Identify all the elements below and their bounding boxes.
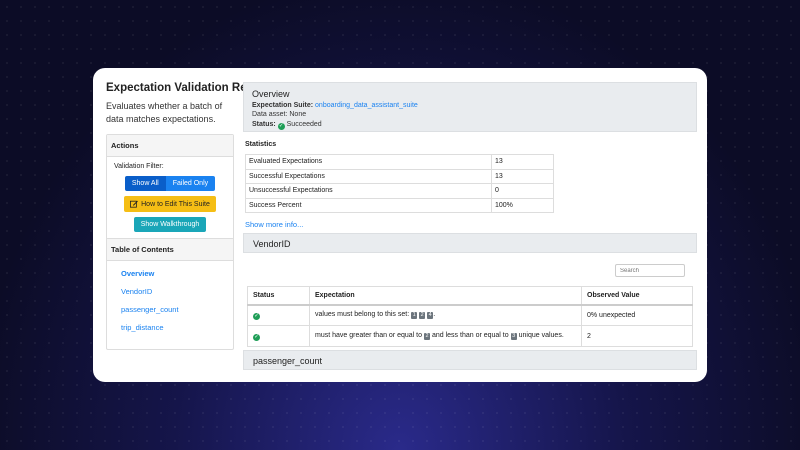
validation-filter-label: Validation Filter: — [114, 163, 164, 170]
value-badge: 2 — [419, 312, 426, 320]
edit-suite-button[interactable]: How to Edit This Suite — [124, 196, 216, 212]
expectation-cell: must have greater than or equal to 2 and… — [309, 325, 582, 347]
column-header-expectation[interactable]: Expectation — [309, 286, 582, 306]
report-header: Expectation Validation Result Evaluates … — [106, 82, 268, 126]
status-cell: ✓ — [247, 325, 310, 347]
toc-item-overview[interactable]: Overview — [121, 269, 233, 278]
show-walkthrough-button[interactable]: Show Walkthrough — [133, 217, 207, 232]
table-header-row: Status Expectation Observed Value — [247, 286, 693, 306]
value-badge: 1 — [411, 312, 418, 320]
show-more-info-link[interactable]: Show more info... — [245, 220, 697, 229]
edit-icon — [130, 200, 138, 208]
expectations-table: Status Expectation Observed Value ✓ valu… — [247, 286, 693, 347]
stat-value: 0 — [491, 183, 554, 199]
stat-label: Successful Expectations — [245, 168, 492, 184]
observed-value-cell: 0% unexpected — [581, 304, 693, 326]
table-row: Unsuccessful Expectations 0 — [245, 183, 554, 199]
report-card: Expectation Validation Result Evaluates … — [93, 68, 707, 382]
statistics-title: Statistics — [245, 141, 277, 148]
check-circle-icon: ✓ — [277, 122, 285, 130]
page-title: Expectation Validation Result — [106, 82, 268, 94]
check-circle-icon: ✓ — [253, 312, 260, 320]
suite-line: Expectation Suite: onboarding_data_assis… — [252, 102, 688, 109]
stat-label: Evaluated Expectations — [245, 154, 492, 170]
vendorid-section-header: VendorID — [243, 233, 697, 253]
expectation-text: and less than or equal to — [431, 332, 509, 339]
asset-value: None — [289, 111, 307, 118]
table-row: ✓ must have greater than or equal to 2 a… — [247, 325, 693, 347]
table-of-contents: Table of Contents Overview VendorID pass… — [106, 238, 234, 350]
stat-value: 100% — [491, 197, 554, 213]
column-header-status[interactable]: Status — [247, 286, 310, 306]
toc-item-vendorid[interactable]: VendorID — [121, 287, 233, 296]
expectation-text: unique values. — [518, 332, 564, 339]
table-row: Successful Expectations 13 — [245, 168, 554, 184]
asset-line: Data asset: None — [252, 111, 688, 118]
observed-value-cell: 2 — [581, 325, 693, 347]
edit-suite-label: How to Edit This Suite — [141, 200, 210, 208]
stat-label: Success Percent — [245, 197, 492, 213]
column-header-observed-value[interactable]: Observed Value — [581, 286, 693, 306]
table-row: Evaluated Expectations 13 — [245, 154, 554, 170]
expectation-text: must have greater than or equal to — [315, 332, 423, 339]
actions-heading: Actions — [107, 135, 233, 157]
table-row: Success Percent 100% — [245, 197, 554, 213]
search-input[interactable] — [615, 264, 685, 277]
expectation-cell: values must belong to this set: 1 2 4. — [309, 304, 582, 326]
overview-title: Overview — [252, 89, 290, 99]
expectation-text-end: . — [433, 311, 436, 319]
expectation-text: values must belong to this set: — [315, 311, 410, 319]
value-badge: 2 — [423, 333, 431, 340]
status-cell: ✓ — [247, 304, 310, 326]
stat-value: 13 — [491, 154, 554, 170]
passenger-count-section-header: passenger_count — [243, 350, 697, 370]
stat-value: 13 — [491, 168, 554, 184]
filter-button-group: Show All Failed Only — [111, 176, 229, 191]
check-circle-icon: ✓ — [253, 333, 260, 341]
actions-panel: Actions Validation Filter: Show All Fail… — [106, 134, 234, 241]
suite-link[interactable]: onboarding_data_assistant_suite — [315, 102, 418, 109]
status-value: Succeeded — [286, 120, 322, 128]
status-line: Status: ✓ Succeeded — [252, 121, 688, 130]
page-subtitle: Evaluates whether a batch of data matche… — [106, 101, 223, 125]
table-row: ✓ values must belong to this set: 1 2 4.… — [247, 304, 693, 326]
suite-label: Expectation Suite: — [252, 101, 314, 109]
value-badge: 3 — [510, 333, 517, 340]
main-content: Overview Expectation Suite: onboarding_d… — [243, 82, 697, 370]
statistics-table: Evaluated Expectations 13 Successful Expe… — [245, 154, 554, 213]
toc-heading: Table of Contents — [107, 239, 233, 261]
toc-item-passenger-count[interactable]: passenger_count — [121, 305, 233, 314]
failed-only-button[interactable]: Failed Only — [165, 176, 216, 191]
status-label: Status: — [252, 120, 276, 128]
toc-item-trip-distance[interactable]: trip_distance — [121, 323, 233, 332]
show-all-button[interactable]: Show All — [124, 176, 166, 191]
stat-label: Unsuccessful Expectations — [245, 183, 492, 199]
overview-section: Overview Expectation Suite: onboarding_d… — [243, 82, 697, 132]
asset-label: Data asset: — [252, 111, 288, 118]
